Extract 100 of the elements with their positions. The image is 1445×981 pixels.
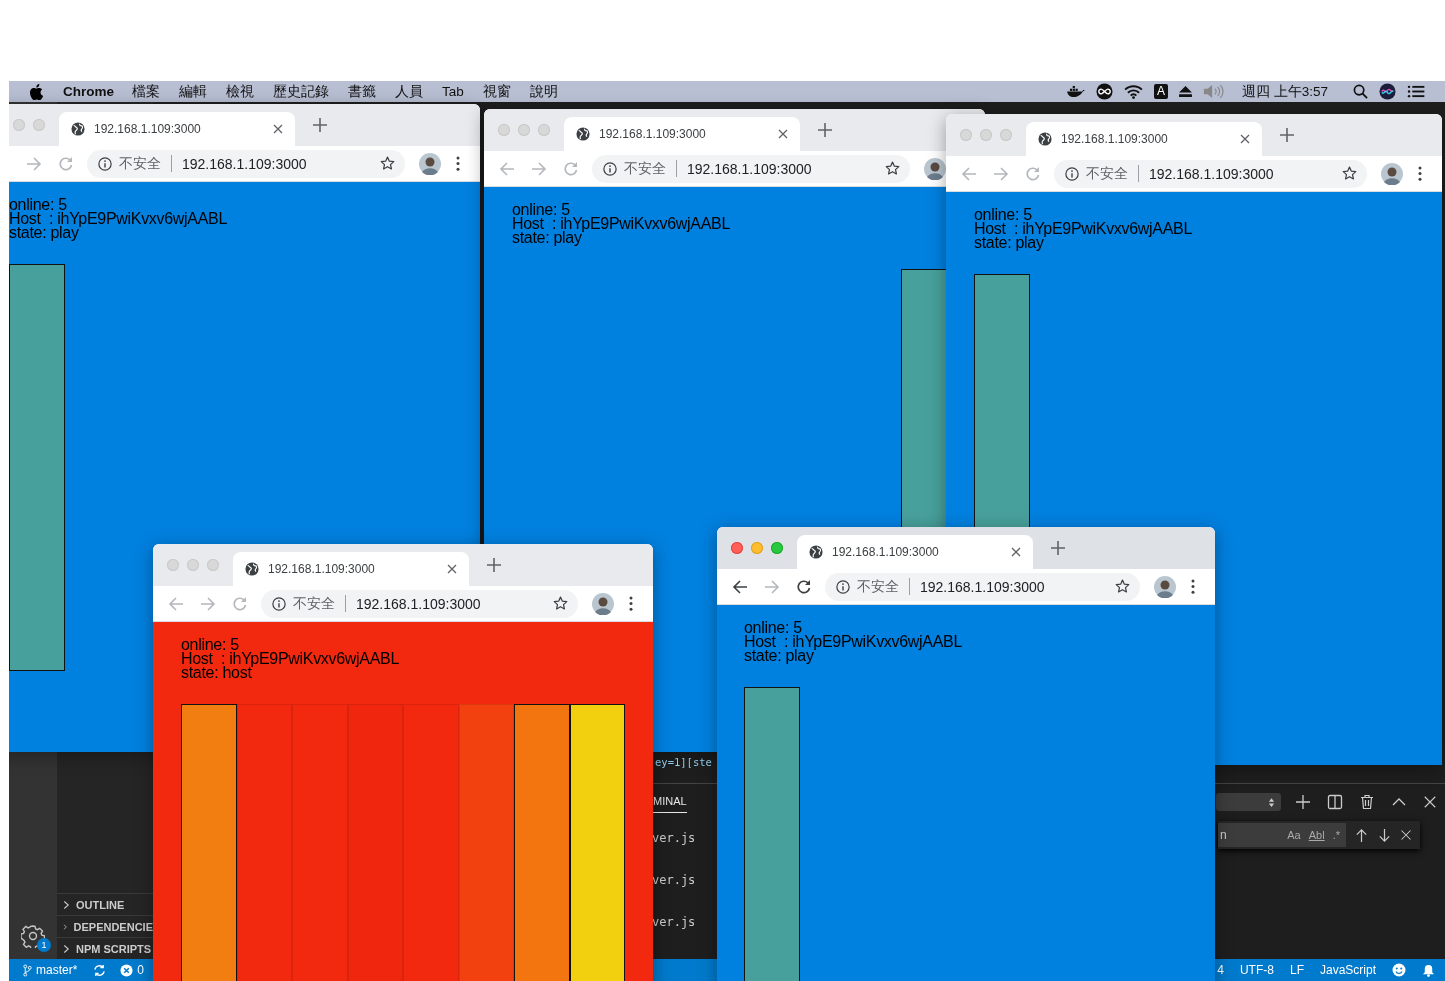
arrow-up-icon[interactable] (1354, 827, 1369, 843)
bell-icon[interactable] (1422, 963, 1435, 977)
status-item[interactable]: LF (1289, 963, 1304, 977)
wifi-icon[interactable] (1123, 84, 1143, 99)
address-bar[interactable]: 不安全 192.168.1.109:3000 (825, 572, 1140, 601)
status-item[interactable]: JavaScript (1319, 963, 1376, 977)
whale-icon[interactable] (1065, 85, 1085, 98)
status-text: online: 5 (974, 208, 1032, 222)
back-arrow-icon[interactable] (732, 578, 748, 595)
url-text: 192.168.1.109:3000 (182, 155, 308, 172)
status-item[interactable]: UTF-8 (1239, 963, 1274, 977)
globe-icon (71, 122, 85, 136)
close-icon[interactable] (1423, 795, 1437, 809)
avatar-icon[interactable] (924, 157, 946, 180)
address-bar[interactable]: 不安全 192.168.1.109:3000 (87, 149, 405, 178)
close-tab-icon[interactable] (447, 564, 457, 574)
address-bar[interactable]: 不安全 192.168.1.109:3000 (261, 589, 578, 618)
clock-text[interactable]: 週四 上午3:57 (1241, 82, 1328, 101)
browser-tab[interactable]: 192.168.1.109:3000 (233, 552, 469, 586)
star-icon[interactable] (1115, 579, 1130, 594)
menu-item[interactable]: 視窗 (482, 82, 511, 101)
plus-icon[interactable] (1295, 794, 1311, 810)
menu-icon[interactable] (456, 156, 460, 171)
menu-item[interactable]: Tab (442, 84, 464, 99)
avatar-icon[interactable] (419, 152, 441, 175)
list-icon[interactable] (1407, 85, 1425, 98)
branch-status[interactable]: master* (23, 963, 78, 977)
menu-icon[interactable] (1191, 579, 1195, 594)
search-icon[interactable] (1353, 84, 1368, 99)
settings-icon[interactable] (21, 924, 45, 948)
status-text: online: 5 (512, 203, 570, 217)
terminal-dropdown[interactable] (1216, 793, 1281, 811)
close-icon[interactable] (1400, 829, 1412, 841)
close-tab-icon[interactable] (1011, 547, 1021, 557)
close-tab-icon[interactable] (778, 129, 788, 139)
url-text: 192.168.1.109:3000 (356, 595, 482, 612)
globe-icon (576, 127, 590, 141)
avatar-icon[interactable] (1154, 575, 1176, 598)
close-tab-icon[interactable] (273, 124, 283, 134)
find-option[interactable]: .* (1332, 829, 1340, 841)
find-option[interactable]: Abl (1308, 829, 1325, 841)
status-text: Host : ihYpE9PwiKvxv6wjAABL (974, 222, 1193, 236)
new-tab-icon[interactable] (487, 558, 501, 572)
status-text: state: host (181, 666, 252, 680)
chevron-icon (63, 921, 68, 932)
status-item[interactable]: 4 (1217, 963, 1224, 977)
browser-tab[interactable]: 192.168.1.109:3000 (797, 535, 1033, 569)
smiley-icon[interactable] (1392, 963, 1406, 977)
address-bar[interactable]: 不安全 192.168.1.109:3000 (1054, 159, 1367, 188)
menu-item[interactable]: 歷史記錄 (273, 82, 329, 101)
menu-item[interactable]: 編輯 (179, 82, 207, 101)
apple-icon[interactable] (29, 83, 43, 100)
orb-icon[interactable] (1379, 83, 1396, 100)
new-tab-icon[interactable] (313, 118, 327, 132)
star-icon[interactable] (380, 156, 395, 171)
arrow-down-icon[interactable] (1377, 827, 1392, 843)
star-icon[interactable] (1342, 166, 1357, 181)
star-icon[interactable] (885, 161, 900, 176)
find-option[interactable]: Aa (1287, 829, 1301, 841)
reload-icon[interactable] (796, 578, 812, 595)
menu-item[interactable]: 人員 (395, 82, 423, 101)
terminal-line: ver.js (652, 831, 696, 845)
url-text: 192.168.1.109:3000 (687, 160, 813, 177)
new-tab-icon[interactable] (1280, 128, 1294, 142)
error-count[interactable]: 0 (120, 963, 145, 977)
menu-item[interactable]: 檔案 (132, 82, 160, 101)
trash-icon[interactable] (1359, 794, 1375, 810)
menu-icon[interactable] (1418, 166, 1422, 181)
status-text: state: play (9, 226, 79, 240)
browser-tab[interactable]: 192.168.1.109:3000 (1026, 122, 1262, 156)
new-tab-icon[interactable] (818, 123, 832, 137)
browser-tab[interactable]: 192.168.1.109:3000 (564, 117, 800, 151)
menu-icon[interactable] (629, 596, 633, 611)
new-tab-icon[interactable] (1051, 541, 1065, 555)
loop-icon[interactable] (1095, 83, 1113, 100)
star-icon[interactable] (553, 596, 568, 611)
avatar-icon[interactable] (1381, 162, 1403, 185)
error-icon (120, 963, 134, 977)
sync-icon[interactable] (93, 963, 107, 977)
browser-tab[interactable]: 192.168.1.109:3000 (59, 112, 295, 146)
status-text: Host : ihYpE9PwiKvxv6wjAABL (181, 652, 400, 666)
info-icon (1065, 166, 1079, 181)
branch-icon (23, 963, 32, 977)
address-bar[interactable]: 不安全 192.168.1.109:3000 (592, 154, 910, 183)
globe-icon (809, 545, 823, 559)
chevron-icon (63, 943, 70, 954)
close-window-button[interactable] (731, 542, 743, 554)
status-text: Host : ihYpE9PwiKvxv6wjAABL (512, 217, 731, 231)
menu-item[interactable]: 說明 (529, 82, 558, 101)
split-icon[interactable] (1327, 794, 1343, 810)
avatar-icon[interactable] (592, 592, 614, 615)
url-text: 192.168.1.109:3000 (920, 578, 1046, 595)
find-field[interactable]: n Aa Abl .* (1218, 823, 1346, 847)
menu-item[interactable]: 檢視 (226, 82, 254, 101)
menu-item[interactable]: 書籤 (348, 82, 376, 101)
eject-icon[interactable] (1178, 86, 1192, 97)
close-tab-icon[interactable] (1240, 134, 1250, 144)
menu-item[interactable]: Chrome (63, 84, 114, 99)
tab-title: 192.168.1.109:3000 (599, 127, 707, 141)
input-source-indicator[interactable]: A (1153, 84, 1168, 99)
